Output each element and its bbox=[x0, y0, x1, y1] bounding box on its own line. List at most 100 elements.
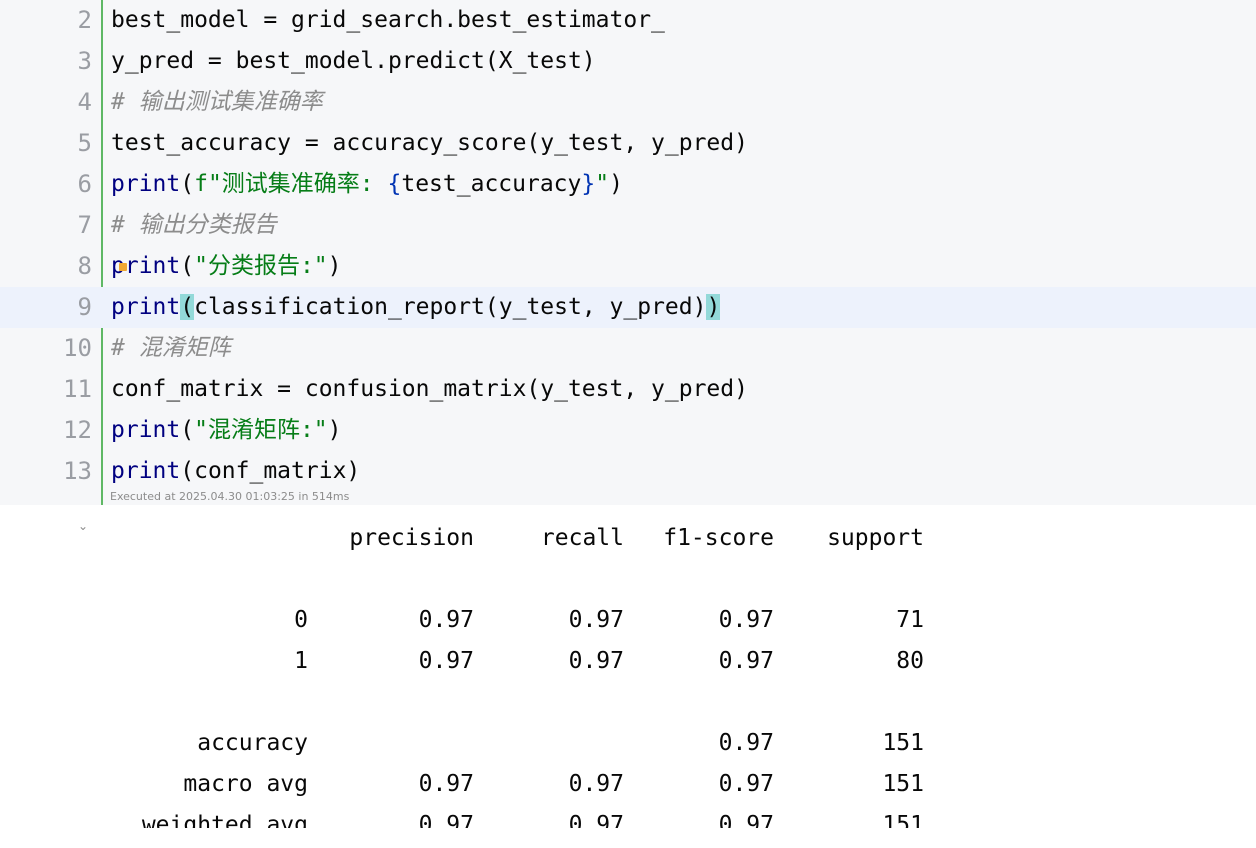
report-row-label: 0 bbox=[294, 607, 308, 633]
code-token: ) bbox=[706, 294, 721, 320]
report-cell: 0.97 bbox=[568, 607, 624, 633]
report-row-label: accuracy bbox=[197, 730, 308, 756]
code-text[interactable]: best_model = grid_search.best_estimator_ bbox=[111, 0, 665, 41]
report-row: accuracy 0.97 151 bbox=[0, 723, 1000, 764]
report-cell: 0.97 bbox=[718, 730, 774, 756]
code-line[interactable]: 9 print(classification_report(y_test, y_p… bbox=[0, 287, 1256, 328]
report-cell: 0.97 bbox=[718, 771, 774, 797]
report-cell: 0.97 bbox=[718, 812, 774, 828]
code-token: ) bbox=[327, 417, 342, 443]
report-cell: 0.97 bbox=[568, 812, 624, 828]
report-row-label: 1 bbox=[294, 648, 308, 674]
report-column-header: precision bbox=[349, 525, 474, 551]
code-token: ) bbox=[609, 171, 623, 197]
report-cell: 0.97 bbox=[568, 771, 624, 797]
report-row: 0 0.97 0.97 0.97 71 bbox=[0, 600, 1000, 641]
code-token: ( bbox=[180, 294, 195, 320]
code-text[interactable]: conf_matrix = confusion_matrix(y_test, y… bbox=[111, 369, 748, 410]
code-line[interactable]: 4 # 输出测试集准确率 bbox=[0, 82, 1256, 123]
code-text[interactable]: # 混淆矩阵 bbox=[111, 328, 231, 369]
execution-info: Executed at 2025.04.30 01:03:25 in 514ms bbox=[110, 490, 350, 503]
code-text[interactable]: y_pred = best_model.predict(X_test) bbox=[111, 41, 596, 82]
report-cell: 0.97 bbox=[418, 607, 474, 633]
report-column-header: recall bbox=[540, 525, 624, 551]
line-number: 7 bbox=[77, 211, 92, 239]
report-header: precision recall f1-score support bbox=[0, 518, 1000, 559]
code-token: (conf_matrix) bbox=[180, 458, 361, 484]
code-token: } bbox=[581, 171, 596, 197]
report-cell: 151 bbox=[882, 730, 924, 756]
code-line[interactable]: 6 print(f"测试集准确率: {test_accuracy}") bbox=[0, 164, 1256, 205]
report-cell: 0.97 bbox=[718, 607, 774, 633]
report-cell: 0.97 bbox=[418, 648, 474, 674]
code-token: " bbox=[595, 171, 610, 197]
line-number: 3 bbox=[77, 47, 92, 75]
code-token: test_accuracy bbox=[401, 171, 582, 197]
report-cell: 151 bbox=[882, 812, 924, 828]
code-line[interactable]: 11 conf_matrix = confusion_matrix(y_test,… bbox=[0, 369, 1256, 410]
code-line[interactable]: 10 # 混淆矩阵 bbox=[0, 328, 1256, 369]
code-token: classification_report(y_test, y_pred) bbox=[194, 294, 707, 320]
code-token: "混淆矩阵:" bbox=[194, 417, 328, 443]
code-text[interactable]: print(f"测试集准确率: {test_accuracy}") bbox=[111, 164, 623, 205]
code-line[interactable]: 3 y_pred = best_model.predict(X_test) bbox=[0, 41, 1256, 82]
code-text[interactable]: # 输出测试集准确率 bbox=[111, 82, 323, 123]
line-number: 12 bbox=[63, 416, 92, 444]
line-number: 11 bbox=[63, 375, 92, 403]
code-text[interactable]: test_accuracy = accuracy_score(y_test, y… bbox=[111, 123, 748, 164]
code-text[interactable]: print(conf_matrix) bbox=[111, 451, 360, 492]
code-line[interactable]: 13 print(conf_matrix) bbox=[0, 451, 1256, 492]
code-text[interactable]: print(classification_report(y_test, y_pr… bbox=[111, 287, 721, 328]
cell-output: precision recall f1-score support 0 0.97 0.97 0… bbox=[0, 518, 1256, 828]
code-token: ) bbox=[327, 253, 342, 279]
report-row: macro avg 0.97 0.97 0.97 151 bbox=[0, 764, 1000, 805]
report-cell: 151 bbox=[882, 771, 924, 797]
code-token: f"测试集准确率: bbox=[194, 171, 388, 197]
code-token: print bbox=[111, 171, 181, 197]
code-cell[interactable]: 2 best_model = grid_search.best_estimator… bbox=[0, 0, 1256, 505]
code-token: print bbox=[111, 417, 181, 443]
report-cell: 80 bbox=[896, 648, 924, 674]
code-line[interactable]: 8 print("分类报告:") bbox=[0, 246, 1256, 287]
line-number: 4 bbox=[77, 88, 92, 116]
code-text[interactable]: # 输出分类报告 bbox=[111, 205, 277, 246]
code-token: conf_matrix = confusion_matrix(y_test, y… bbox=[111, 376, 748, 402]
code-token: test_accuracy = accuracy_score(y_test, y… bbox=[111, 130, 748, 156]
code-token: print bbox=[111, 458, 181, 484]
code-text[interactable]: print("混淆矩阵:") bbox=[111, 410, 342, 451]
report-row: 1 0.97 0.97 0.97 80 bbox=[0, 641, 1000, 682]
report-column-header: f1-score bbox=[663, 525, 774, 551]
code-text[interactable]: print("分类报告:") bbox=[111, 246, 342, 287]
line-number: 6 bbox=[77, 170, 92, 198]
code-token: ( bbox=[180, 171, 195, 197]
intention-bulb-icon[interactable] bbox=[119, 263, 127, 271]
code-token: ( bbox=[180, 417, 195, 443]
code-token: # 输出分类报告 bbox=[111, 212, 277, 238]
report-row-label: macro avg bbox=[183, 771, 308, 797]
report-cell: 0.97 bbox=[418, 812, 474, 828]
line-number: 5 bbox=[77, 129, 92, 157]
code-token: y_pred = best_model.predict(X_test) bbox=[111, 48, 596, 74]
report-column-header: support bbox=[827, 525, 924, 551]
code-token: ( bbox=[180, 253, 195, 279]
code-line[interactable]: 12 print("混淆矩阵:") bbox=[0, 410, 1256, 451]
report-row: weighted avg 0.97 0.97 0.97 151 bbox=[0, 805, 1000, 828]
line-number: 13 bbox=[63, 457, 92, 485]
code-token: "分类报告:" bbox=[194, 253, 328, 279]
code-token: # 输出测试集准确率 bbox=[111, 89, 323, 115]
code-token: { bbox=[387, 171, 402, 197]
code-token: # 混淆矩阵 bbox=[111, 335, 231, 361]
report-cell: 0.97 bbox=[568, 648, 624, 674]
code-line[interactable]: 2 best_model = grid_search.best_estimator… bbox=[0, 0, 1256, 41]
line-number: 8 bbox=[77, 252, 92, 280]
report-row-label: weighted avg bbox=[141, 812, 308, 828]
code-line[interactable]: 7 # 输出分类报告 bbox=[0, 205, 1256, 246]
code-token: best_model = grid_search.best_estimator_ bbox=[111, 7, 665, 33]
line-number: 2 bbox=[77, 6, 92, 34]
code-line[interactable]: 5 test_accuracy = accuracy_score(y_test, … bbox=[0, 123, 1256, 164]
report-cell: 0.97 bbox=[418, 771, 474, 797]
report-cell: 0.97 bbox=[718, 648, 774, 674]
code-token: print bbox=[111, 294, 181, 320]
report-cell: 71 bbox=[896, 607, 924, 633]
line-number: 10 bbox=[63, 334, 92, 362]
